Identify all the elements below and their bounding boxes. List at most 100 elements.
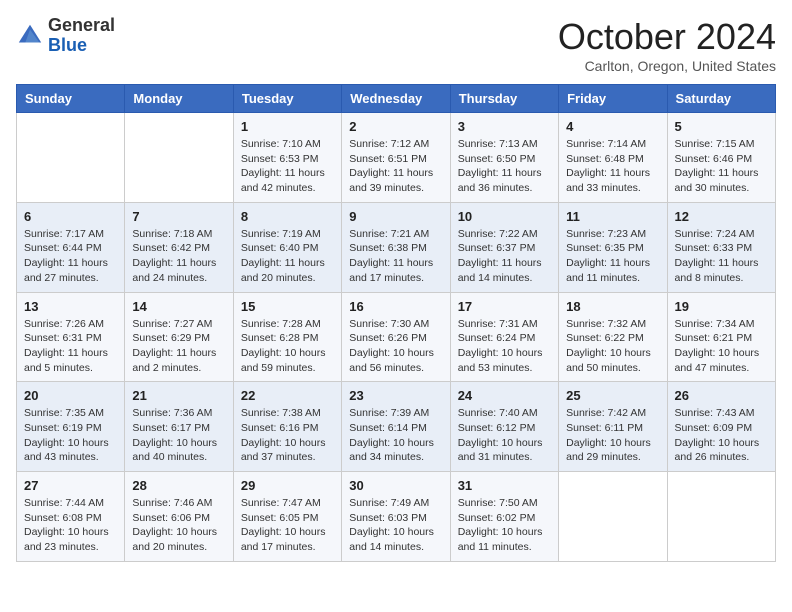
day-number: 17 xyxy=(458,299,551,314)
day-number: 22 xyxy=(241,388,334,403)
calendar-cell: 22 Sunrise: 7:38 AM Sunset: 6:16 PM Dayli… xyxy=(233,382,341,472)
calendar-cell: 28Sunrise: 7:46 AM Sunset: 6:06 PM Dayli… xyxy=(125,472,233,562)
calendar-cell: 15Sunrise: 7:28 AM Sunset: 6:28 PM Dayli… xyxy=(233,292,341,382)
day-detail: Sunrise: 7:15 AM Sunset: 6:46 PM Dayligh… xyxy=(675,137,768,196)
day-number: 6 xyxy=(24,209,117,224)
calendar-cell xyxy=(125,113,233,203)
day-detail: Sunrise: 7:21 AM Sunset: 6:38 PM Dayligh… xyxy=(349,227,442,286)
day-detail: Sunrise: 7:50 AM Sunset: 6:02 PM Dayligh… xyxy=(458,496,551,555)
day-detail: Sunrise: 7:42 AM Sunset: 6:11 PM Dayligh… xyxy=(566,406,659,465)
calendar-week-row: 20 Sunrise: 7:35 AM Sunset: 6:19 PM Dayli… xyxy=(17,382,776,472)
day-detail: Sunrise: 7:38 AM Sunset: 6:16 PM Dayligh… xyxy=(241,406,334,465)
day-number: 29 xyxy=(241,478,334,493)
calendar-cell: 8Sunrise: 7:19 AM Sunset: 6:40 PM Daylig… xyxy=(233,202,341,292)
day-number: 7 xyxy=(132,209,225,224)
calendar-cell: 12 Sunrise: 7:24 AM Sunset: 6:33 PM Dayli… xyxy=(667,202,775,292)
day-detail: Sunrise: 7:17 AM Sunset: 6:44 PM Dayligh… xyxy=(24,227,117,286)
day-number: 28 xyxy=(132,478,225,493)
logo-blue: Blue xyxy=(48,35,87,55)
calendar-cell: 5 Sunrise: 7:15 AM Sunset: 6:46 PM Daylig… xyxy=(667,113,775,203)
day-detail: Sunrise: 7:22 AM Sunset: 6:37 PM Dayligh… xyxy=(458,227,551,286)
calendar-cell: 3 Sunrise: 7:13 AM Sunset: 6:50 PM Daylig… xyxy=(450,113,558,203)
calendar-cell xyxy=(667,472,775,562)
day-detail: Sunrise: 7:39 AM Sunset: 6:14 PM Dayligh… xyxy=(349,406,442,465)
day-number: 13 xyxy=(24,299,117,314)
day-detail: Sunrise: 7:18 AM Sunset: 6:42 PM Dayligh… xyxy=(132,227,225,286)
day-number: 21 xyxy=(132,388,225,403)
calendar-cell: 6 Sunrise: 7:17 AM Sunset: 6:44 PM Daylig… xyxy=(17,202,125,292)
logo-general: General xyxy=(48,15,115,35)
day-number: 11 xyxy=(566,209,659,224)
day-number: 12 xyxy=(675,209,768,224)
day-detail: Sunrise: 7:32 AM Sunset: 6:22 PM Dayligh… xyxy=(566,317,659,376)
day-number: 5 xyxy=(675,119,768,134)
day-of-week-header: Monday xyxy=(125,85,233,113)
day-number: 27 xyxy=(24,478,117,493)
day-detail: Sunrise: 7:40 AM Sunset: 6:12 PM Dayligh… xyxy=(458,406,551,465)
calendar-cell: 13Sunrise: 7:26 AM Sunset: 6:31 PM Dayli… xyxy=(17,292,125,382)
day-number: 15 xyxy=(241,299,334,314)
calendar-cell xyxy=(559,472,667,562)
calendar-cell: 20 Sunrise: 7:35 AM Sunset: 6:19 PM Dayli… xyxy=(17,382,125,472)
day-number: 30 xyxy=(349,478,442,493)
calendar-cell: 2 Sunrise: 7:12 AM Sunset: 6:51 PM Daylig… xyxy=(342,113,450,203)
calendar-cell: 24Sunrise: 7:40 AM Sunset: 6:12 PM Dayli… xyxy=(450,382,558,472)
day-detail: Sunrise: 7:44 AM Sunset: 6:08 PM Dayligh… xyxy=(24,496,117,555)
day-of-week-header: Tuesday xyxy=(233,85,341,113)
day-number: 14 xyxy=(132,299,225,314)
calendar-cell: 14 Sunrise: 7:27 AM Sunset: 6:29 PM Dayli… xyxy=(125,292,233,382)
day-detail: Sunrise: 7:14 AM Sunset: 6:48 PM Dayligh… xyxy=(566,137,659,196)
calendar-cell: 1Sunrise: 7:10 AM Sunset: 6:53 PM Daylig… xyxy=(233,113,341,203)
logo-text: General Blue xyxy=(48,16,115,56)
calendar-week-row: 13Sunrise: 7:26 AM Sunset: 6:31 PM Dayli… xyxy=(17,292,776,382)
day-number: 23 xyxy=(349,388,442,403)
day-number: 25 xyxy=(566,388,659,403)
calendar-cell: 23 Sunrise: 7:39 AM Sunset: 6:14 PM Dayli… xyxy=(342,382,450,472)
day-detail: Sunrise: 7:49 AM Sunset: 6:03 PM Dayligh… xyxy=(349,496,442,555)
day-detail: Sunrise: 7:24 AM Sunset: 6:33 PM Dayligh… xyxy=(675,227,768,286)
day-number: 4 xyxy=(566,119,659,134)
calendar-cell: 7 Sunrise: 7:18 AM Sunset: 6:42 PM Daylig… xyxy=(125,202,233,292)
calendar-cell: 11 Sunrise: 7:23 AM Sunset: 6:35 PM Dayli… xyxy=(559,202,667,292)
month-title: October 2024 xyxy=(558,16,776,58)
calendar-cell: 31 Sunrise: 7:50 AM Sunset: 6:02 PM Dayli… xyxy=(450,472,558,562)
calendar-cell: 29 Sunrise: 7:47 AM Sunset: 6:05 PM Dayli… xyxy=(233,472,341,562)
day-number: 2 xyxy=(349,119,442,134)
calendar-cell: 4 Sunrise: 7:14 AM Sunset: 6:48 PM Daylig… xyxy=(559,113,667,203)
day-detail: Sunrise: 7:36 AM Sunset: 6:17 PM Dayligh… xyxy=(132,406,225,465)
day-number: 26 xyxy=(675,388,768,403)
day-detail: Sunrise: 7:13 AM Sunset: 6:50 PM Dayligh… xyxy=(458,137,551,196)
logo: General Blue xyxy=(16,16,115,56)
calendar-cell: 18 Sunrise: 7:32 AM Sunset: 6:22 PM Dayli… xyxy=(559,292,667,382)
day-number: 20 xyxy=(24,388,117,403)
day-number: 18 xyxy=(566,299,659,314)
day-of-week-header: Saturday xyxy=(667,85,775,113)
day-number: 19 xyxy=(675,299,768,314)
day-detail: Sunrise: 7:23 AM Sunset: 6:35 PM Dayligh… xyxy=(566,227,659,286)
day-detail: Sunrise: 7:31 AM Sunset: 6:24 PM Dayligh… xyxy=(458,317,551,376)
calendar-table: SundayMondayTuesdayWednesdayThursdayFrid… xyxy=(16,84,776,562)
day-number: 31 xyxy=(458,478,551,493)
calendar-cell: 30 Sunrise: 7:49 AM Sunset: 6:03 PM Dayli… xyxy=(342,472,450,562)
day-number: 3 xyxy=(458,119,551,134)
calendar-cell: 10 Sunrise: 7:22 AM Sunset: 6:37 PM Dayli… xyxy=(450,202,558,292)
calendar-cell: 26Sunrise: 7:43 AM Sunset: 6:09 PM Dayli… xyxy=(667,382,775,472)
day-of-week-header: Sunday xyxy=(17,85,125,113)
calendar-header-row: SundayMondayTuesdayWednesdayThursdayFrid… xyxy=(17,85,776,113)
calendar-week-row: 27 Sunrise: 7:44 AM Sunset: 6:08 PM Dayli… xyxy=(17,472,776,562)
day-detail: Sunrise: 7:47 AM Sunset: 6:05 PM Dayligh… xyxy=(241,496,334,555)
day-number: 8 xyxy=(241,209,334,224)
day-detail: Sunrise: 7:27 AM Sunset: 6:29 PM Dayligh… xyxy=(132,317,225,376)
day-detail: Sunrise: 7:35 AM Sunset: 6:19 PM Dayligh… xyxy=(24,406,117,465)
day-of-week-header: Wednesday xyxy=(342,85,450,113)
calendar-cell: 25 Sunrise: 7:42 AM Sunset: 6:11 PM Dayli… xyxy=(559,382,667,472)
title-block: October 2024 Carlton, Oregon, United Sta… xyxy=(558,16,776,74)
calendar-week-row: 1Sunrise: 7:10 AM Sunset: 6:53 PM Daylig… xyxy=(17,113,776,203)
day-number: 16 xyxy=(349,299,442,314)
page-header: General Blue October 2024 Carlton, Orego… xyxy=(16,16,776,74)
day-number: 10 xyxy=(458,209,551,224)
calendar-cell: 17 Sunrise: 7:31 AM Sunset: 6:24 PM Dayli… xyxy=(450,292,558,382)
day-number: 9 xyxy=(349,209,442,224)
calendar-cell: 9 Sunrise: 7:21 AM Sunset: 6:38 PM Daylig… xyxy=(342,202,450,292)
day-detail: Sunrise: 7:12 AM Sunset: 6:51 PM Dayligh… xyxy=(349,137,442,196)
